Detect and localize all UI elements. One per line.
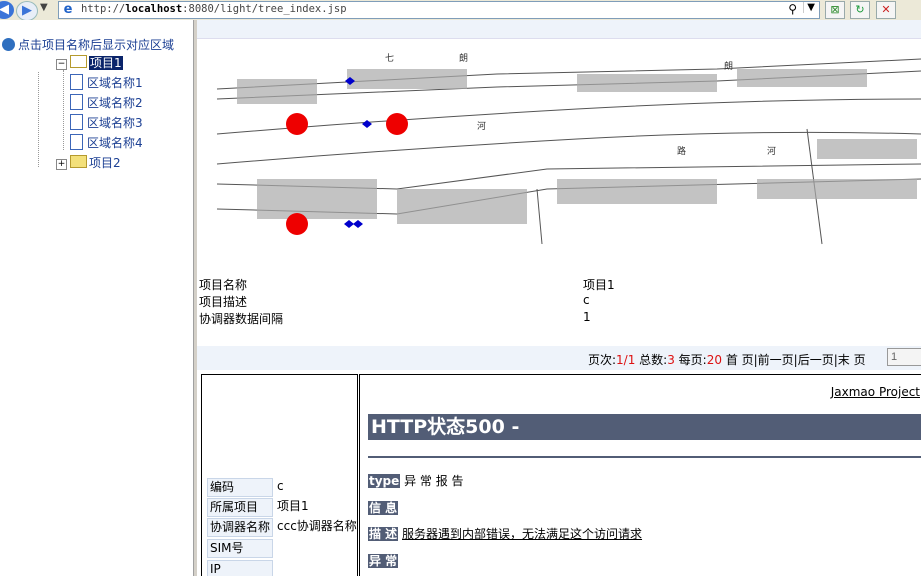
tree-node-area4[interactable]: 区域名称4 (70, 134, 143, 151)
form-row: IP (207, 560, 277, 576)
tree-node-project2[interactable]: + 项目2 (56, 154, 121, 171)
collapse-icon[interactable]: − (56, 59, 67, 70)
form-row: SIM号 (207, 539, 277, 558)
tree-node-label[interactable]: 项目2 (89, 156, 121, 170)
prop-value: 1 (583, 310, 591, 324)
history-dropdown-icon[interactable]: ▼ (40, 2, 48, 13)
content-frame: 七 朗 河 路 河 朗 项目名称 项目1 项目描述 c 协调器数据间隔 1 页次… (197, 20, 921, 576)
forward-icon[interactable]: ▶ (16, 1, 38, 21)
map-label: 河 (477, 120, 486, 132)
error-type-line: type 异 常 报 告 (368, 472, 464, 489)
pager-text: 页次:1/1 总数:3 每页:20 首 页|前一页|后一页|末 页 (588, 353, 866, 367)
top-band (197, 20, 921, 38)
form-value[interactable]: 项目1 (273, 498, 309, 515)
page-icon (70, 94, 83, 110)
red-marker[interactable] (286, 213, 308, 235)
page-icon (70, 114, 83, 130)
prop-value: c (583, 293, 590, 307)
form-value[interactable]: ccc协调器名称 (273, 518, 357, 535)
expand-icon[interactable]: + (56, 159, 67, 170)
browser-toolbar: ◀ ▶ ▼ e http://localhost:8080/light/tree… (0, 0, 921, 21)
prop-label: 项目描述 (199, 295, 248, 309)
error-frame: Jaxmao Project HTTP状态500 - type 异 常 报 告 … (359, 374, 921, 576)
map-label: 朗 (459, 52, 468, 64)
tree-panel: 点击项目名称后显示对应区域 − 项目1 区域名称1 区域名称2 区域名称3 区域名… (0, 20, 193, 576)
map-image: 七 朗 河 路 河 朗 (216, 52, 921, 245)
blue-pin[interactable] (362, 120, 372, 128)
pager-nav-links[interactable]: 首 页|前一页|后一页|末 页 (722, 353, 866, 367)
form-label: IP (207, 560, 273, 576)
red-marker[interactable] (286, 113, 308, 135)
tree-node-project1[interactable]: − 项目1 (56, 54, 123, 71)
device-form: 编码 c 所属项目 项目1 协调器名称 ccc协调器名称 SIM号 IP (201, 374, 358, 576)
prop-label: 协调器数据间隔 (199, 312, 284, 326)
address-dropdown-icon[interactable]: ▼ (803, 2, 815, 13)
folder-icon (70, 155, 87, 168)
per-page: 20 (706, 353, 722, 367)
tree-root-label: 点击项目名称后显示对应区域 (18, 38, 175, 52)
tree-root[interactable]: 点击项目名称后显示对应区域 (2, 36, 174, 53)
error-description-line: 描 述 服务器遇到内部错误，无法满足这个访问请求 (368, 525, 642, 542)
back-icon[interactable]: ◀ (0, 1, 14, 19)
message-tag: 信 息 (368, 501, 399, 515)
form-value[interactable]: c (273, 478, 284, 495)
ie-page-icon: e (63, 2, 73, 17)
map-label: 路 (677, 145, 686, 157)
form-label: 协调器名称 (207, 518, 273, 537)
search-icon[interactable]: ⚲ (788, 2, 797, 16)
map-label: 七 (385, 53, 394, 64)
prop-value: 项目1 (583, 278, 615, 292)
map-area[interactable]: 七 朗 河 路 河 朗 (197, 38, 921, 293)
total-count: 3 (667, 353, 675, 367)
form-row: 协调器名称 ccc协调器名称 (207, 518, 357, 537)
blue-pin[interactable] (344, 220, 354, 228)
form-label: 所属项目 (207, 498, 273, 517)
jaxmao-project-link[interactable]: Jaxmao Project (831, 385, 920, 399)
page-jump-input[interactable] (887, 348, 921, 366)
form-label: SIM号 (207, 539, 273, 558)
tree-node-area2[interactable]: 区域名称2 (70, 94, 143, 111)
map-label: 河 (767, 145, 776, 157)
error-message-line: 信 息 (368, 499, 399, 516)
address-bar[interactable]: e http://localhost:8080/light/tree_index… (58, 1, 820, 19)
map-label: 朗 (724, 60, 733, 72)
tree-node-label[interactable]: 区域名称2 (87, 96, 143, 110)
tree-node-label[interactable]: 项目1 (89, 56, 123, 70)
tree-guide-line (63, 70, 64, 150)
form-row: 编码 c (207, 478, 284, 497)
stop-icon[interactable]: ✕ (876, 1, 896, 19)
red-marker[interactable] (386, 113, 408, 135)
form-label: 编码 (207, 478, 273, 497)
form-row: 所属项目 项目1 (207, 498, 309, 517)
error-exception-line: 异 常 (368, 552, 399, 569)
page-number: 1/1 (616, 353, 636, 367)
globe-icon (2, 38, 15, 51)
tree-node-label[interactable]: 区域名称4 (87, 136, 143, 150)
tree-node-label[interactable]: 区域名称1 (87, 76, 143, 90)
type-text: 异 常 报 告 (400, 474, 464, 488)
refresh-icon[interactable]: ↻ (850, 1, 870, 19)
folder-open-icon (70, 55, 87, 68)
description-text: 服务器遇到内部错误，无法满足这个访问请求 (402, 527, 643, 541)
compatibility-icon[interactable]: ⊠ (825, 1, 845, 19)
tree-node-area1[interactable]: 区域名称1 (70, 74, 143, 91)
tree-node-label[interactable]: 区域名称3 (87, 116, 143, 130)
url-text[interactable]: http://localhost:8080/light/tree_index.j… (81, 3, 347, 15)
page-icon (70, 134, 83, 150)
page-icon (70, 74, 83, 90)
description-tag: 描 述 (368, 527, 399, 541)
bottom-area: 编码 c 所属项目 项目1 协调器名称 ccc协调器名称 SIM号 IP Jaxmao… (197, 372, 921, 576)
pager-bar: 页次:1/1 总数:3 每页:20 首 页|前一页|后一页|末 页 (197, 346, 921, 370)
error-title: HTTP状态500 - (368, 414, 921, 440)
tree-guide-line (38, 72, 39, 167)
type-tag: type (368, 474, 401, 488)
blue-pin[interactable] (353, 220, 363, 228)
tree-node-area3[interactable]: 区域名称3 (70, 114, 143, 131)
exception-tag: 异 常 (368, 554, 399, 568)
divider (368, 456, 921, 458)
prop-label: 项目名称 (199, 278, 248, 292)
